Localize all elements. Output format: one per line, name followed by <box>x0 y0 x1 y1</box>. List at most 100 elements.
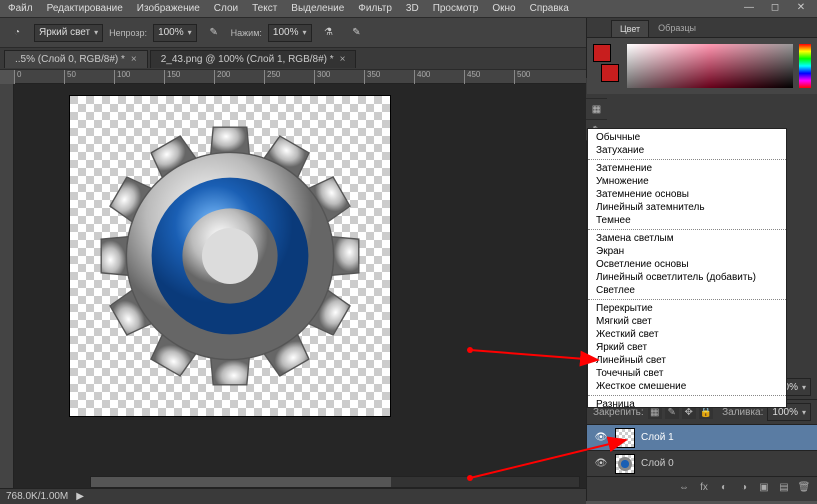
close-icon[interactable]: ✕ <box>791 0 811 14</box>
layer-row[interactable]: 👁 Слой 0 <box>587 451 817 477</box>
menubar: Файл Редактирование Изображение Слои Тек… <box>0 0 817 18</box>
tab-color[interactable]: Цвет <box>611 20 649 37</box>
layer-thumbnail[interactable] <box>615 454 635 474</box>
document-tab[interactable]: 2_43.png @ 100% (Слой 1, RGB/8#) * × <box>150 50 357 68</box>
layer-name[interactable]: Слой 0 <box>641 458 674 469</box>
document-tab[interactable]: ..5% (Слой 0, RGB/8#) * × <box>4 50 148 68</box>
tab-swatches[interactable]: Образцы <box>649 19 705 37</box>
menu-3d[interactable]: 3D <box>406 3 419 14</box>
chevron-down-icon: ▾ <box>188 28 192 37</box>
blend-mode-item[interactable]: Точечный свет <box>588 367 786 380</box>
lock-label: Закрепить: <box>593 407 644 418</box>
ruler-vertical <box>0 84 14 504</box>
menu-view[interactable]: Просмотр <box>433 3 479 14</box>
menu-file[interactable]: Файл <box>8 3 33 14</box>
gear-image <box>90 116 370 396</box>
airbrush-icon[interactable]: ⚗ <box>318 23 340 43</box>
canvas-area[interactable] <box>14 84 586 489</box>
background-swatch[interactable] <box>601 64 619 82</box>
blend-mode-item[interactable]: Линейный свет <box>588 354 786 367</box>
ruler-tick: 150 <box>164 70 180 84</box>
visibility-icon[interactable]: 👁 <box>593 432 609 443</box>
blend-mode-item[interactable]: Линейный осветлитель (добавить) <box>588 271 786 284</box>
blend-mode-item[interactable]: Замена светлым <box>588 232 786 245</box>
ruler-tick: 200 <box>214 70 230 84</box>
pressure-size-icon[interactable]: ✎ <box>346 23 368 43</box>
menu-window[interactable]: Окно <box>492 3 515 14</box>
blend-mode-item[interactable]: Осветление основы <box>588 258 786 271</box>
mask-icon[interactable]: ◐ <box>717 480 731 494</box>
swatches-icon[interactable]: ▦ <box>586 99 607 120</box>
ruler-tick: 500 <box>514 70 530 84</box>
close-icon[interactable]: × <box>131 54 137 65</box>
opacity-label: Непрозр: <box>109 28 147 38</box>
menu-filter[interactable]: Фильтр <box>358 3 392 14</box>
blend-mode-item[interactable]: Линейный затемнитель <box>588 201 786 214</box>
blend-mode-item[interactable]: Жесткий свет <box>588 328 786 341</box>
blend-mode-item[interactable]: Жесткое смешение <box>588 380 786 393</box>
link-layers-icon[interactable]: ⇔ <box>677 480 691 494</box>
ruler-tick: 350 <box>364 70 380 84</box>
blend-mode-item[interactable]: Перекрытие <box>588 302 786 315</box>
menu-help[interactable]: Справка <box>530 3 569 14</box>
hue-slider[interactable] <box>799 44 811 88</box>
minimize-icon[interactable]: — <box>739 0 759 14</box>
ruler-horizontal: 0 50 100 150 200 250 300 350 400 450 500 <box>14 70 586 84</box>
chevron-down-icon: ▾ <box>802 383 806 392</box>
fx-icon[interactable]: fx <box>697 480 711 494</box>
layer-row[interactable]: 👁 Слой 1 <box>587 425 817 451</box>
menu-layers[interactable]: Слои <box>214 3 238 14</box>
status-text: 768.0K/1.00M <box>6 491 68 502</box>
ruler-tick: 0 <box>14 70 21 84</box>
group-icon[interactable]: ▣ <box>757 480 771 494</box>
layers-footer: ⇔ fx ◐ ◑ ▣ ▤ 🗑 <box>587 477 817 497</box>
blend-mode-item[interactable]: Мягкий свет <box>588 315 786 328</box>
layer-name[interactable]: Слой 1 <box>641 432 674 443</box>
blend-mode-item[interactable]: Светлее <box>588 284 786 297</box>
visibility-icon[interactable]: 👁 <box>593 458 609 469</box>
scrollbar-horizontal[interactable] <box>90 476 580 488</box>
tab-label: 2_43.png @ 100% (Слой 1, RGB/8#) * <box>161 54 334 65</box>
flow-dropdown[interactable]: 100% ▾ <box>268 24 312 42</box>
window-controls: — ◻ ✕ <box>739 0 811 14</box>
new-layer-icon[interactable]: ▤ <box>777 480 791 494</box>
menu-edit[interactable]: Редактирование <box>47 3 123 14</box>
blend-mode-item[interactable]: Экран <box>588 245 786 258</box>
close-icon[interactable]: × <box>340 54 346 65</box>
chevron-right-icon[interactable]: ▶ <box>76 491 84 502</box>
tab-label: ..5% (Слой 0, RGB/8#) * <box>15 54 125 65</box>
opacity-dropdown[interactable]: 100% ▾ <box>153 24 197 42</box>
menu-text[interactable]: Текст <box>252 3 277 14</box>
blend-mode-dropdown[interactable]: Яркий свет ▾ <box>34 24 103 42</box>
menu-image[interactable]: Изображение <box>137 3 200 14</box>
blend-mode-item[interactable]: Умножение <box>588 175 786 188</box>
canvas[interactable] <box>70 96 390 416</box>
blend-mode-item[interactable]: Затухание <box>588 144 786 157</box>
blend-mode-item[interactable]: Обычные <box>588 131 786 144</box>
blend-mode-item[interactable]: Темнее <box>588 214 786 227</box>
color-field[interactable] <box>627 44 793 88</box>
adjustment-icon[interactable]: ◑ <box>737 480 751 494</box>
scroll-thumb[interactable] <box>91 477 391 487</box>
layer-thumbnail[interactable] <box>615 428 635 448</box>
delete-icon[interactable]: 🗑 <box>797 480 811 494</box>
fill-value: 100% <box>772 407 798 418</box>
chevron-down-icon: ▾ <box>302 28 306 37</box>
blend-mode-item[interactable]: Затемнение <box>588 162 786 175</box>
opacity-value: 100% <box>158 27 184 38</box>
flow-label: Нажим: <box>231 28 262 38</box>
chevron-down-icon: ▾ <box>94 28 98 37</box>
blend-mode-item[interactable]: Разница <box>588 398 786 408</box>
blend-mode-item[interactable]: Яркий свет <box>588 341 786 354</box>
chevron-down-icon: ▾ <box>802 408 806 417</box>
status-bar: 768.0K/1.00M ▶ <box>0 488 586 504</box>
maximize-icon[interactable]: ◻ <box>765 0 785 14</box>
blend-mode-item[interactable]: Затемнение основы <box>588 188 786 201</box>
pressure-opacity-icon[interactable]: ✎ <box>203 23 225 43</box>
blend-mode-menu[interactable]: ОбычныеЗатухание ЗатемнениеУмножениеЗатем… <box>587 128 787 408</box>
foreground-swatch[interactable] <box>593 44 611 62</box>
menu-select[interactable]: Выделение <box>291 3 344 14</box>
fill-label: Заливка: <box>722 407 763 418</box>
tool-preset-icon[interactable]: ◔ <box>6 23 28 43</box>
color-panel-tabs: Цвет Образцы <box>587 18 817 38</box>
